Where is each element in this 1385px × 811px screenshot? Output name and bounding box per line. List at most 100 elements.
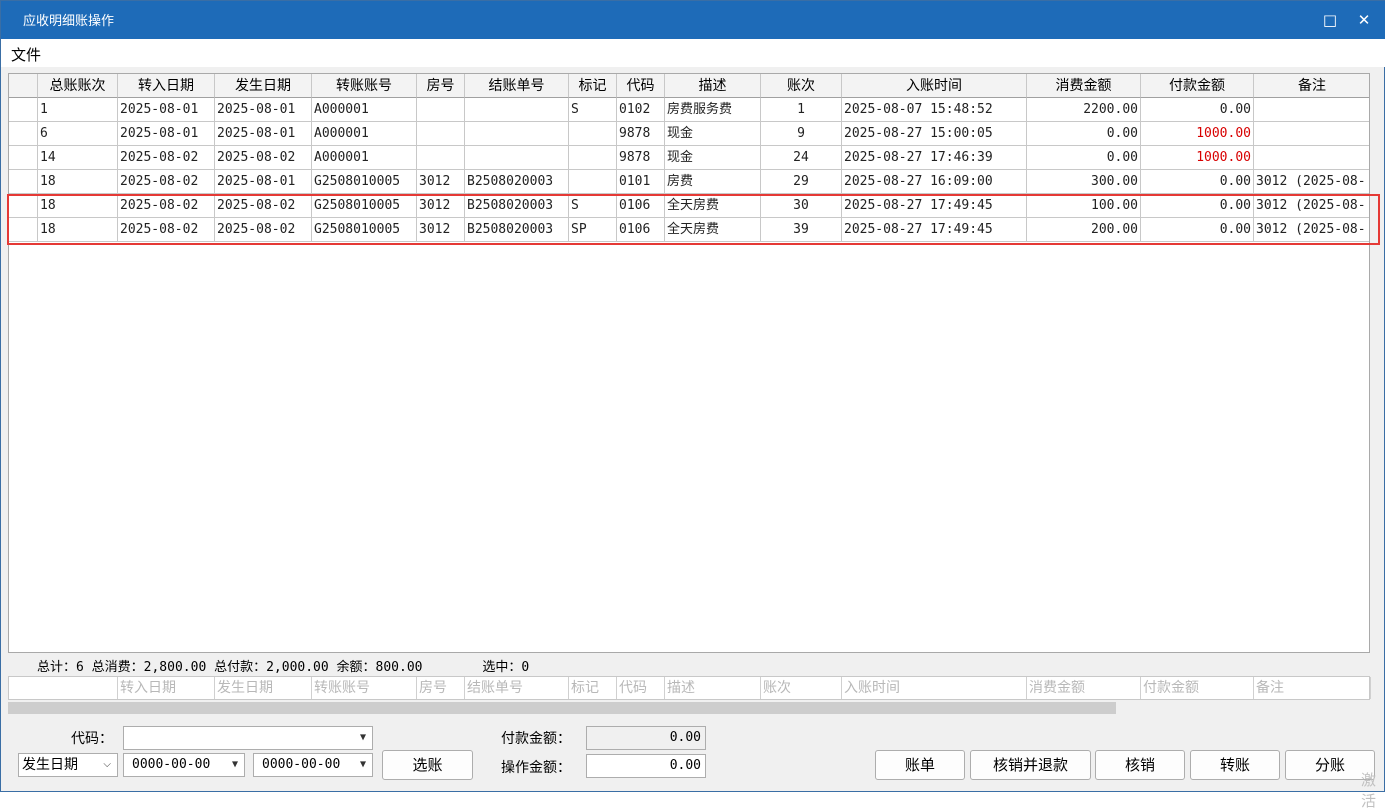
summary-bar: 总计：6 总消费：2,800.00 总付款：2,000.00 余额：800.00… bbox=[37, 656, 529, 675]
cell-flag: S bbox=[569, 194, 617, 218]
writeoff-button[interactable]: 核销 bbox=[1095, 750, 1185, 780]
header-seq[interactable]: 账次 bbox=[761, 74, 842, 98]
header-transfer-account[interactable]: 转账账号 bbox=[312, 74, 417, 98]
cell-posting-time: 2025-08-27 16:09:00 bbox=[842, 170, 1027, 194]
chevron-down-icon: ▼ bbox=[359, 732, 366, 743]
header-consume-amount[interactable]: 消费金额 bbox=[1027, 74, 1141, 98]
cell-code: 0101 bbox=[617, 170, 665, 194]
header-code[interactable]: 代码 bbox=[617, 74, 665, 98]
payment-amount-label: 付款金额： bbox=[501, 731, 571, 747]
cell-code: 9878 bbox=[617, 122, 665, 146]
cell-room-no: 3012 bbox=[417, 170, 465, 194]
cell-remark bbox=[1254, 146, 1369, 170]
filter-code[interactable]: 代码 bbox=[617, 677, 665, 699]
filter-occur-date[interactable]: 发生日期 bbox=[215, 677, 312, 699]
header-flag[interactable]: 标记 bbox=[569, 74, 617, 98]
filter-room-no[interactable]: 房号 bbox=[417, 677, 465, 699]
maximize-icon[interactable]: □ bbox=[1317, 7, 1343, 33]
header-remark[interactable]: 备注 bbox=[1254, 74, 1369, 98]
cell-posting-time: 2025-08-27 17:49:45 bbox=[842, 218, 1027, 242]
date-from-picker[interactable]: 0000-00-00 ▼ bbox=[123, 753, 245, 777]
header-payment-amount[interactable]: 付款金额 bbox=[1141, 74, 1254, 98]
ledger-table[interactable]: 总账账次 转入日期 发生日期 转账账号 房号 结账单号 标记 代码 描述 账次 入账时间 消费金额 付款… bbox=[8, 73, 1370, 653]
summary-selected: 选中：0 bbox=[482, 660, 530, 675]
date-type-select[interactable]: 发生日期 ⌵ bbox=[18, 753, 118, 777]
filter-consume-amount[interactable]: 消费金额 bbox=[1027, 677, 1141, 699]
filter-flag[interactable]: 标记 bbox=[569, 677, 617, 699]
header-posting-time[interactable]: 入账时间 bbox=[842, 74, 1027, 98]
cell-occur-date: 2025-08-02 bbox=[215, 218, 312, 242]
table-row[interactable]: 18 2025-08-02 2025-08-02 G2508010005 3012 B25… bbox=[9, 218, 1369, 242]
menu-file[interactable]: 文件 bbox=[11, 44, 41, 65]
cell-row-selector bbox=[9, 98, 38, 122]
chevron-down-icon: ▼ bbox=[231, 759, 238, 770]
table-row[interactable]: 6 2025-08-01 2025-08-01 A000001 9878 现金 9 2025-… bbox=[9, 122, 1369, 146]
cell-seq: 24 bbox=[761, 146, 842, 170]
header-transfer-date[interactable]: 转入日期 bbox=[118, 74, 215, 98]
app-window: 应收明细账操作 □ ✕ 文件 总账账次 转入日期 发生日期 转账账号 房号 结账单号 标记代… bbox=[0, 0, 1385, 810]
cell-ledger-no: 6 bbox=[38, 122, 118, 146]
filter-row[interactable]: 转入日期 发生日期 转账账号 房号 结账单号 标记 代码 描述 账次 入账时间 消费金额 付款金额 备注 bbox=[8, 676, 1371, 700]
cell-code: 0106 bbox=[617, 218, 665, 242]
header-description[interactable]: 描述 bbox=[665, 74, 761, 98]
cell-ledger-no: 1 bbox=[38, 98, 118, 122]
select-account-button[interactable]: 选账 bbox=[382, 750, 473, 780]
header-occur-date[interactable]: 发生日期 bbox=[215, 74, 312, 98]
cell-flag bbox=[569, 146, 617, 170]
filter-description[interactable]: 描述 bbox=[665, 677, 761, 699]
cell-remark: 3012 (2025-08- bbox=[1254, 170, 1369, 194]
cell-row-selector bbox=[9, 218, 38, 242]
header-room-no[interactable]: 房号 bbox=[417, 74, 465, 98]
filter-bill-no[interactable]: 结账单号 bbox=[465, 677, 569, 699]
filter-ledger-no[interactable] bbox=[38, 677, 118, 699]
table-row[interactable]: 18 2025-08-02 2025-08-01 G2508010005 3012 B25… bbox=[9, 170, 1369, 194]
cell-ledger-no: 18 bbox=[38, 170, 118, 194]
cell-room-no: 3012 bbox=[417, 194, 465, 218]
filter-transfer-date[interactable]: 转入日期 bbox=[118, 677, 215, 699]
filter-seq[interactable]: 账次 bbox=[761, 677, 842, 699]
cell-transfer-date: 2025-08-01 bbox=[118, 122, 215, 146]
bill-button[interactable]: 账单 bbox=[875, 750, 965, 780]
cell-seq: 29 bbox=[761, 170, 842, 194]
cell-bill-no bbox=[465, 98, 569, 122]
filter-transfer-account[interactable]: 转账账号 bbox=[312, 677, 417, 699]
cell-flag: SP bbox=[569, 218, 617, 242]
window-title: 应收明细账操作 bbox=[23, 14, 115, 29]
transfer-button[interactable]: 转账 bbox=[1190, 750, 1280, 780]
cell-flag: S bbox=[569, 98, 617, 122]
cell-posting-time: 2025-08-27 17:49:45 bbox=[842, 194, 1027, 218]
header-row-selector[interactable] bbox=[9, 74, 38, 98]
operate-amount-input[interactable]: 0.00 bbox=[586, 754, 706, 778]
filter-posting-time[interactable]: 入账时间 bbox=[842, 677, 1027, 699]
code-select[interactable]: ▼ bbox=[123, 726, 373, 750]
cell-room-no bbox=[417, 146, 465, 170]
cell-occur-date: 2025-08-01 bbox=[215, 170, 312, 194]
date-type-value: 发生日期 bbox=[22, 757, 78, 773]
date-to-picker[interactable]: 0000-00-00 ▼ bbox=[253, 753, 373, 777]
filter-remark[interactable]: 备注 bbox=[1254, 677, 1371, 699]
table-row[interactable]: 14 2025-08-02 2025-08-02 A000001 9878 现金 24 202… bbox=[9, 146, 1369, 170]
activation-watermark: 激活 bbox=[1361, 771, 1377, 810]
scrollbar-thumb[interactable] bbox=[8, 702, 1116, 714]
header-bill-no[interactable]: 结账单号 bbox=[465, 74, 569, 98]
horizontal-scrollbar[interactable] bbox=[8, 700, 1370, 716]
close-icon[interactable]: ✕ bbox=[1351, 7, 1377, 33]
cell-row-selector bbox=[9, 146, 38, 170]
writeoff-refund-button[interactable]: 核销并退款 bbox=[970, 750, 1091, 780]
cell-code: 0102 bbox=[617, 98, 665, 122]
cell-remark bbox=[1254, 122, 1369, 146]
table-row[interactable]: 1 2025-08-01 2025-08-01 A000001 S 0102 房费服务费 1 2… bbox=[9, 98, 1369, 122]
date-from-value: 0000-00-00 bbox=[132, 757, 211, 772]
table-row[interactable]: 18 2025-08-02 2025-08-02 G2508010005 3012 B25… bbox=[9, 194, 1369, 218]
cell-payment-amount: 0.00 bbox=[1141, 218, 1254, 242]
cell-seq: 9 bbox=[761, 122, 842, 146]
chevron-down-icon: ▼ bbox=[359, 759, 366, 770]
menu-bar: 文件 bbox=[1, 39, 1385, 67]
cell-posting-time: 2025-08-27 17:46:39 bbox=[842, 146, 1027, 170]
cell-transfer-date: 2025-08-02 bbox=[118, 146, 215, 170]
cell-payment-amount: 1000.00 bbox=[1141, 122, 1254, 146]
cell-code: 0106 bbox=[617, 194, 665, 218]
header-ledger-no[interactable]: 总账账次 bbox=[38, 74, 118, 98]
filter-payment-amount[interactable]: 付款金额 bbox=[1141, 677, 1254, 699]
cell-bill-no: B2508020003 bbox=[465, 170, 569, 194]
